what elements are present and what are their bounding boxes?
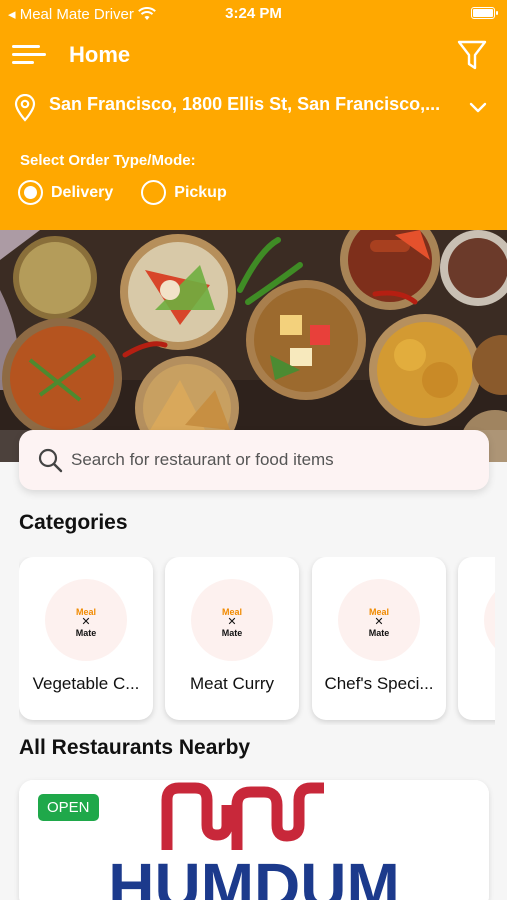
restaurants-title: All Restaurants Nearby: [19, 736, 251, 759]
filter-icon[interactable]: [457, 39, 487, 71]
location-address: San Francisco, 1800 Ellis St, San Franci…: [49, 94, 441, 114]
category-label: Vegetable C...: [32, 674, 140, 693]
status-time: 3:24 PM: [225, 5, 282, 22]
battery-icon: [471, 7, 498, 19]
categories-carousel[interactable]: Meal ✕ Mate Vegetable C... Meal ✕ Mate M…: [19, 557, 495, 725]
category-card-chefs-special[interactable]: Meal ✕ Mate Chef's Speci...: [312, 557, 446, 720]
categories-title: Categories: [19, 511, 128, 534]
food-banner-image: [0, 230, 507, 462]
meal-mate-logo: [484, 579, 495, 661]
restaurant-card[interactable]: HUMDUM OPEN: [19, 780, 489, 900]
order-type-radio-group: Delivery Pickup: [18, 180, 227, 205]
header: ◂ Meal Mate Driver 3:24 PM Home San Fran…: [0, 0, 507, 230]
pickup-option[interactable]: Pickup: [141, 180, 227, 205]
category-card-partial[interactable]: [458, 557, 495, 720]
delivery-radio[interactable]: [18, 180, 43, 205]
search-input[interactable]: [71, 444, 471, 476]
meal-mate-logo: Meal ✕ Mate: [191, 579, 273, 661]
location-selector[interactable]: San Francisco, 1800 Ellis St, San Franci…: [0, 88, 507, 126]
order-type-label: Select Order Type/Mode:: [20, 152, 196, 169]
meal-mate-logo: Meal ✕ Mate: [338, 579, 420, 661]
location-pin-icon: [14, 94, 36, 122]
category-card-vegetable-curry[interactable]: Meal ✕ Mate Vegetable C...: [19, 557, 153, 720]
app-bar: Home: [0, 34, 507, 76]
delivery-option[interactable]: Delivery: [18, 180, 113, 205]
pickup-radio[interactable]: [141, 180, 167, 205]
status-bar: ◂ Meal Mate Driver 3:24 PM: [0, 0, 507, 28]
delivery-label: Delivery: [51, 183, 114, 201]
category-label: Chef's Speci...: [324, 674, 434, 693]
category-card-meat-curry[interactable]: Meal ✕ Mate Meat Curry: [165, 557, 299, 720]
restaurant-logo-text: HUMDUM: [108, 850, 400, 900]
pickup-label: Pickup: [174, 183, 227, 201]
menu-icon[interactable]: [12, 44, 46, 66]
search-icon: [38, 448, 63, 473]
page-title: Home: [69, 42, 131, 67]
open-status-badge: OPEN: [38, 794, 99, 821]
search-bar[interactable]: [19, 430, 489, 490]
meal-mate-logo: Meal ✕ Mate: [45, 579, 127, 661]
chevron-down-icon[interactable]: [469, 102, 487, 114]
category-label: Meat Curry: [189, 674, 275, 693]
